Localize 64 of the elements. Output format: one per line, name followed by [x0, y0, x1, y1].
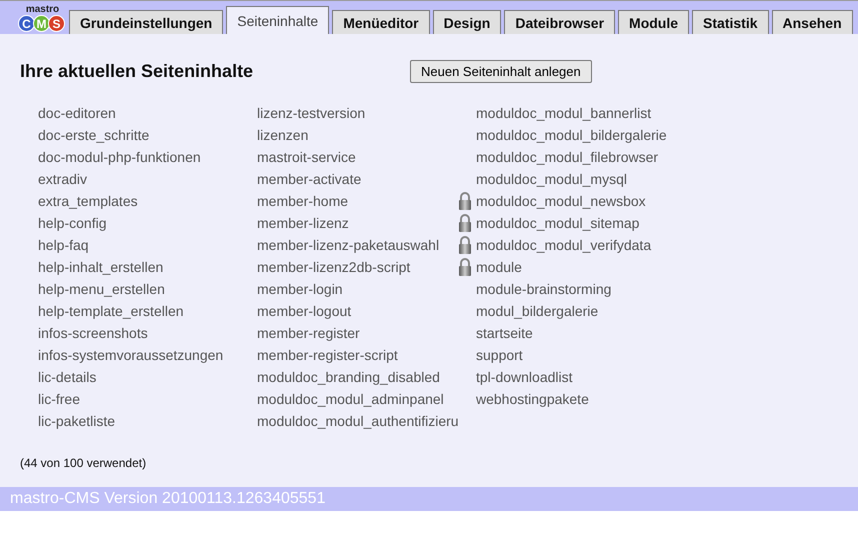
- nav-tab[interactable]: Menüeditor: [332, 10, 430, 34]
- page-link[interactable]: extradiv: [38, 171, 88, 187]
- page-link[interactable]: lic-details: [38, 369, 96, 385]
- page-link[interactable]: doc-modul-php-funktionen: [38, 149, 201, 165]
- page-link[interactable]: moduldoc_modul_newsbox: [476, 193, 646, 209]
- page-link[interactable]: module: [476, 259, 522, 275]
- version-text: mastro-CMS Version 20100113.1263405551: [10, 490, 326, 508]
- page-link[interactable]: help-menu_erstellen: [38, 281, 165, 297]
- page-link[interactable]: moduldoc_modul_sitemap: [476, 215, 640, 231]
- page-link[interactable]: moduldoc_modul_filebrowser: [476, 149, 658, 165]
- page-link[interactable]: moduldoc_modul_authentifizieru: [257, 413, 459, 429]
- page-link[interactable]: moduldoc_branding_disabled: [257, 369, 440, 385]
- logo-letter: S: [48, 15, 65, 32]
- page-link[interactable]: member-logout: [257, 303, 352, 319]
- page-link[interactable]: startseite: [476, 325, 533, 341]
- page-link[interactable]: lic-paketliste: [38, 413, 116, 429]
- nav-tab[interactable]: Ansehen: [772, 10, 853, 34]
- page-link[interactable]: infos-screenshots: [38, 325, 148, 341]
- nav-tab[interactable]: Seiteninhalte: [226, 6, 330, 34]
- page-link[interactable]: moduldoc_modul_adminpanel: [257, 391, 444, 407]
- page-link[interactable]: help-template_erstellen: [38, 303, 184, 319]
- page-link[interactable]: member-activate: [257, 171, 362, 187]
- page-link[interactable]: moduldoc_modul_bannerlist: [476, 105, 652, 121]
- page-link[interactable]: member-home: [257, 193, 348, 209]
- nav-tab[interactable]: Statistik: [692, 10, 768, 34]
- page-link[interactable]: mastroit-service: [257, 149, 356, 165]
- logo-text: mastro: [26, 5, 60, 15]
- page-link[interactable]: lic-free: [38, 391, 80, 407]
- page-link[interactable]: member-lizenz: [257, 215, 349, 231]
- padlock-icon: [458, 236, 472, 254]
- page-link[interactable]: help-faq: [38, 237, 89, 253]
- page-heading: Ihre aktuellen Seiteninhalte: [20, 61, 254, 82]
- padlock-icon: [458, 214, 472, 232]
- page-link[interactable]: doc-erste_schritte: [38, 127, 150, 143]
- page-link[interactable]: doc-editoren: [38, 105, 116, 121]
- page-link[interactable]: lizenzen: [257, 127, 308, 143]
- page-link[interactable]: moduldoc_modul_verifydata: [476, 237, 652, 253]
- page-link[interactable]: member-register: [257, 325, 360, 341]
- nav-tab[interactable]: Module: [618, 10, 690, 34]
- page-link[interactable]: tpl-downloadlist: [476, 369, 572, 385]
- nav-tab[interactable]: Design: [432, 10, 502, 34]
- page-link[interactable]: moduldoc_modul_bildergalerie: [476, 127, 667, 143]
- page-link[interactable]: member-login: [257, 281, 343, 297]
- page-link[interactable]: member-register-script: [257, 347, 398, 363]
- page-link[interactable]: member-lizenz2db-script: [257, 259, 410, 275]
- nav-tab[interactable]: Dateibrowser: [504, 10, 616, 34]
- page-link[interactable]: modul_bildergalerie: [476, 303, 598, 319]
- page-link[interactable]: help-config: [38, 215, 106, 231]
- page-link[interactable]: extra_templates: [38, 193, 138, 209]
- page-link[interactable]: infos-systemvoraussetzungen: [38, 347, 224, 363]
- page-link[interactable]: module-brainstorming: [476, 281, 612, 297]
- padlock-icon: [458, 258, 472, 276]
- page-link[interactable]: support: [476, 347, 523, 363]
- page-link[interactable]: member-lizenz-paketauswahl: [257, 237, 440, 253]
- usage-count: (44 von 100 verwendet): [20, 456, 148, 470]
- logo-letter: M: [33, 15, 50, 32]
- page-link[interactable]: help-inhalt_erstellen: [38, 259, 164, 275]
- page-link[interactable]: lizenz-testversion: [257, 105, 366, 121]
- padlock-icon: [458, 192, 472, 210]
- page-link[interactable]: webhostingpakete: [476, 391, 589, 407]
- page-link[interactable]: moduldoc_modul_mysql: [476, 171, 627, 187]
- new-content-button[interactable]: Neuen Seiteninhalt anlegen: [410, 60, 592, 83]
- nav-tab[interactable]: Grundeinstellungen: [69, 10, 224, 34]
- logo-letter: C: [18, 15, 35, 32]
